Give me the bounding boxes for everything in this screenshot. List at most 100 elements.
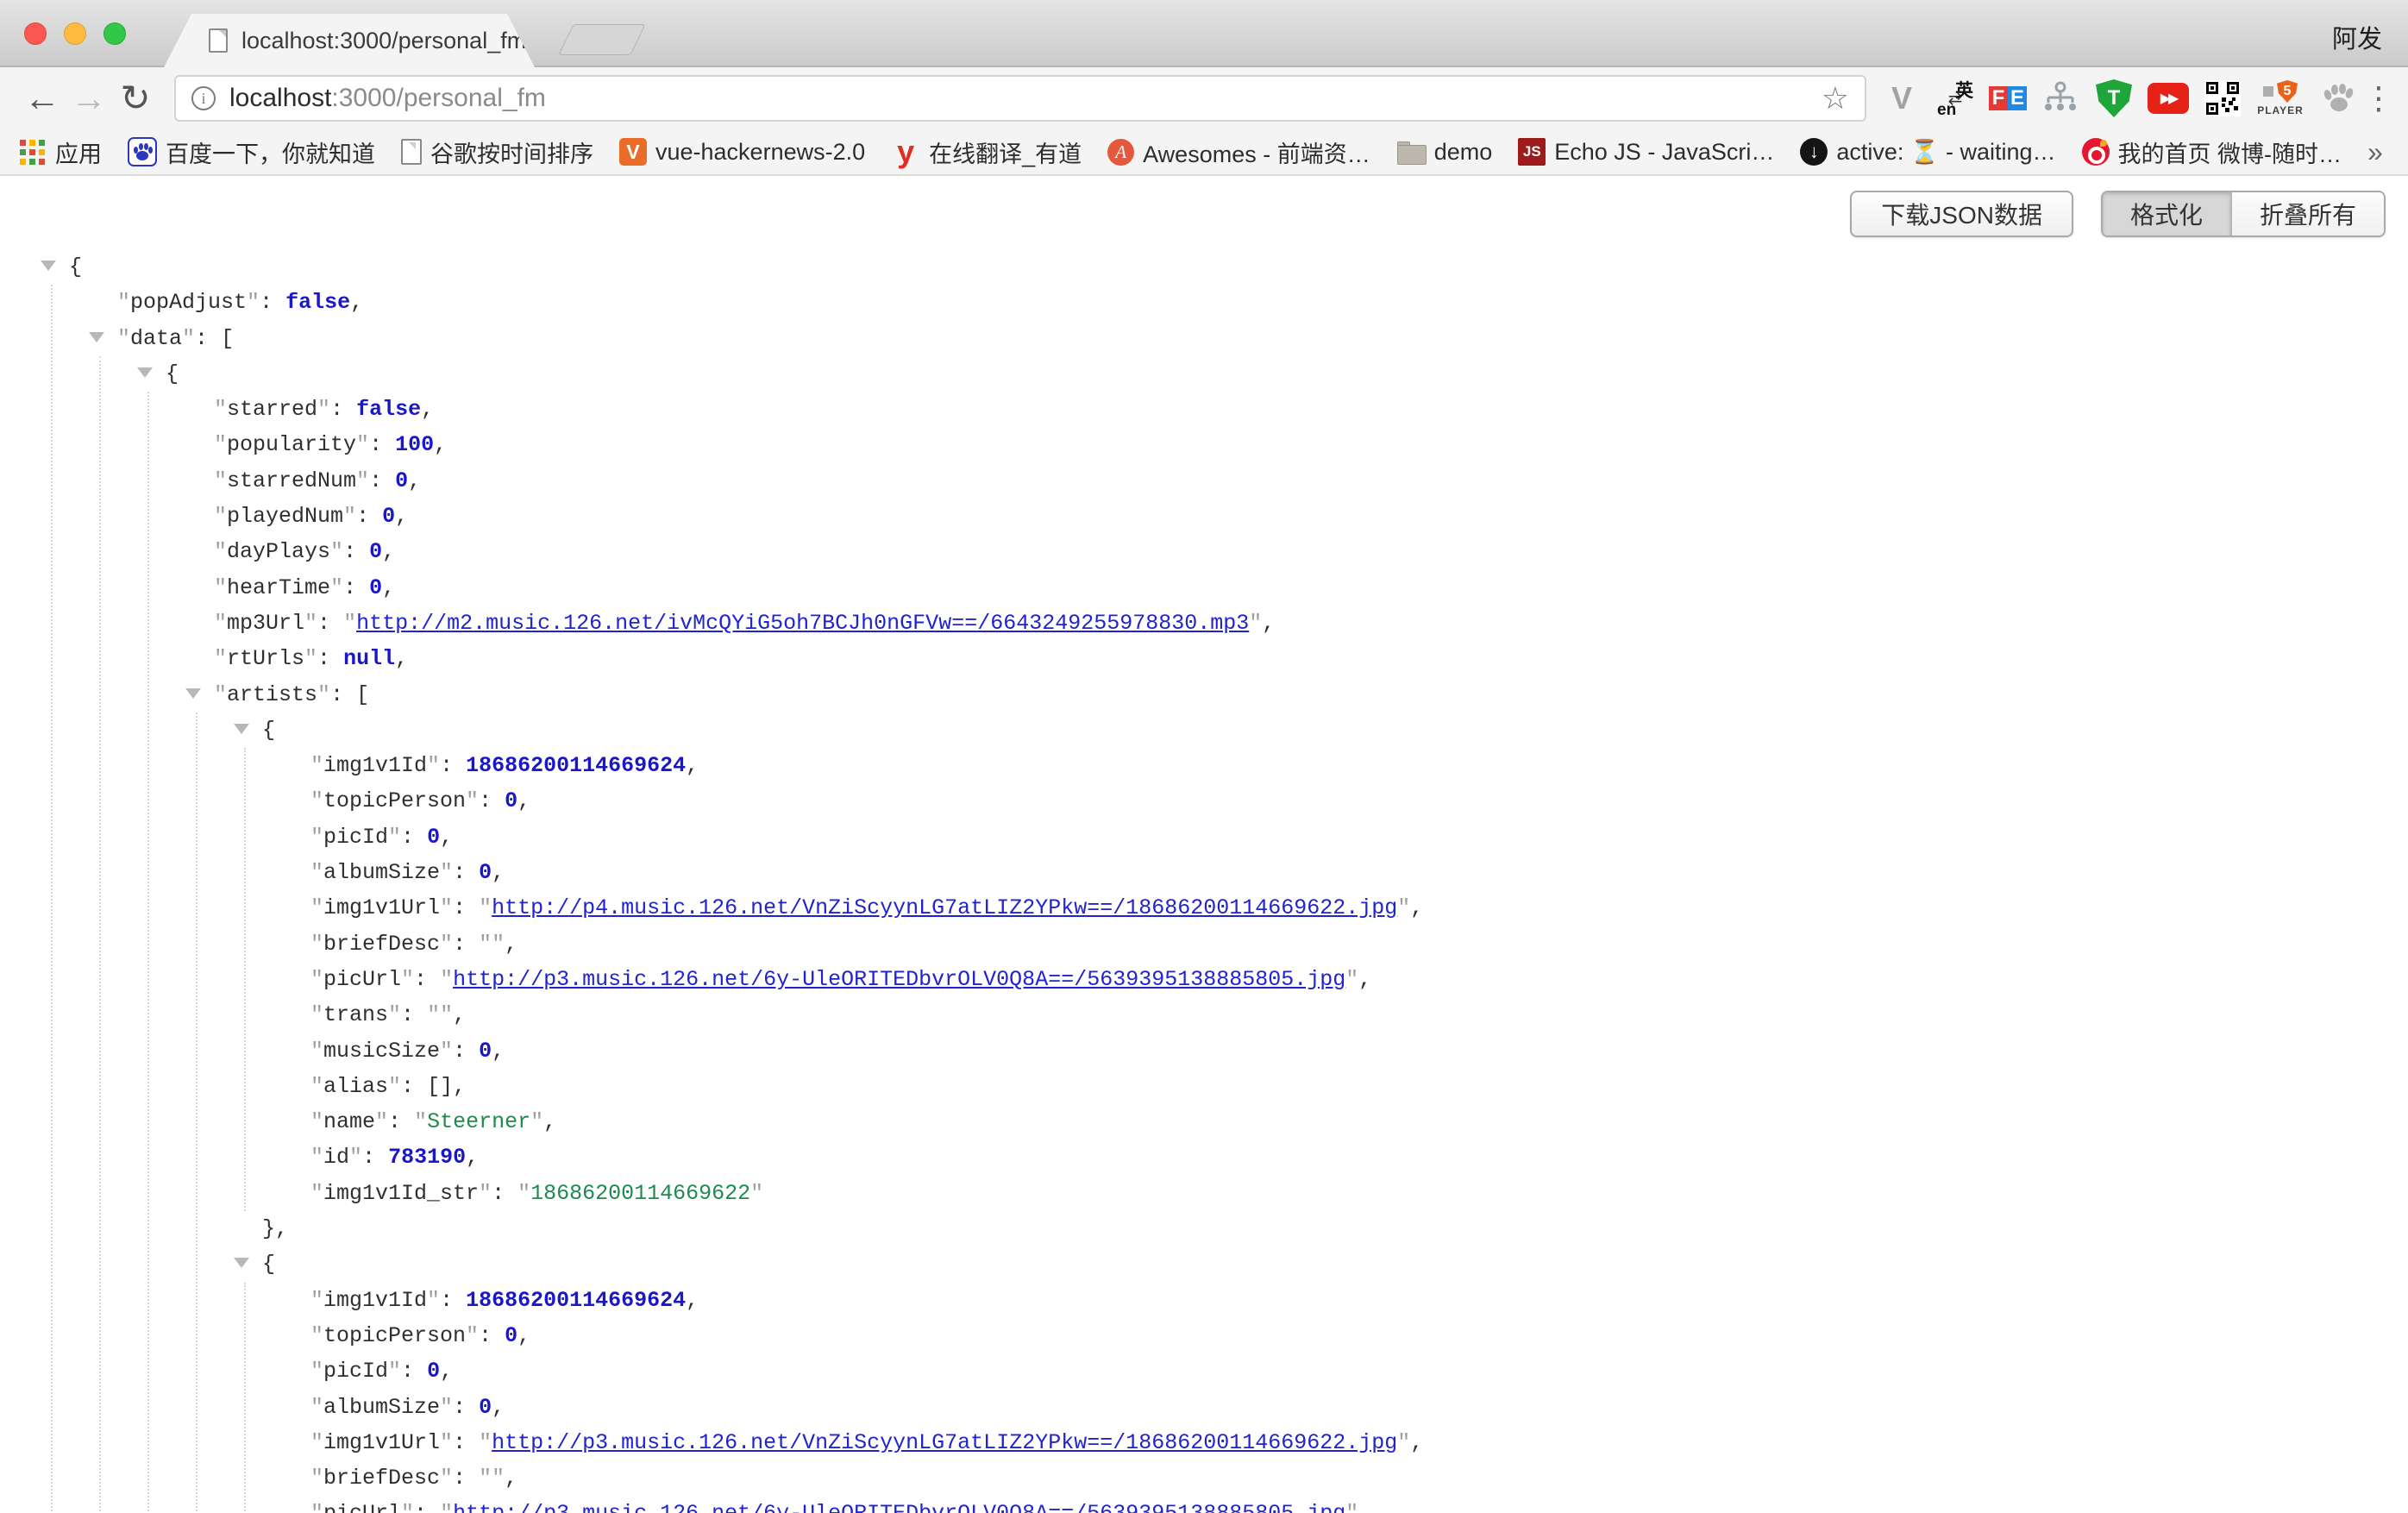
- collapse-triangle-icon[interactable]: [41, 261, 56, 271]
- bookmark-item[interactable]: 谷歌按时间排序: [401, 135, 593, 169]
- json-line: {: [166, 356, 2408, 392]
- json-line: "artists": [: [214, 677, 2408, 713]
- fe-extension-icon[interactable]: F E: [1989, 79, 2027, 117]
- forward-icon[interactable]: →: [66, 80, 112, 116]
- json-block: "popAdjust": false,"data": [{"starred": …: [51, 285, 2408, 1513]
- json-line: "alias": [],: [310, 1069, 2408, 1104]
- json-line: "rtUrls": null,: [214, 641, 2408, 676]
- bookmark-item[interactable]: A Awesomes - 前端资…: [1107, 135, 1370, 169]
- json-line: "playedNum": 0,: [214, 499, 2408, 534]
- bookmark-item[interactable]: demo: [1396, 137, 1493, 166]
- bookmarks-overflow-icon[interactable]: »: [2367, 136, 2383, 168]
- json-line: "starredNum": 0,: [214, 463, 2408, 499]
- collapse-all-button[interactable]: 折叠所有: [2230, 192, 2384, 235]
- url-text: localhost:3000/personal_fm: [229, 84, 546, 113]
- bookmark-item[interactable]: V vue-hackernews-2.0: [619, 138, 865, 166]
- address-bar[interactable]: i localhost:3000/personal_fm ☆: [174, 75, 1866, 122]
- json-line: "img1v1Id": 18686200114669624,: [310, 1283, 2408, 1318]
- reload-icon[interactable]: ↻: [112, 80, 159, 116]
- vue-icon: V: [619, 138, 647, 166]
- json-url-link[interactable]: http://p4.music.126.net/VnZiScyynLG7atLI…: [492, 895, 1397, 920]
- format-button[interactable]: 格式化: [2103, 192, 2230, 235]
- json-line: "picId": 0,: [310, 819, 2408, 855]
- json-line: "briefDesc": "",: [310, 926, 2408, 962]
- download-json-button[interactable]: 下载JSON数据: [1850, 191, 2073, 237]
- baidu-paw-icon: [128, 137, 157, 166]
- sitemap-icon[interactable]: [2041, 78, 2080, 118]
- paw-icon[interactable]: [2318, 78, 2358, 118]
- json-line: "musicSize": 0,: [310, 1033, 2408, 1069]
- bookmark-item[interactable]: 我的首页 微博-随时…: [2082, 135, 2342, 169]
- json-line: "name": "Steerner",: [310, 1104, 2408, 1139]
- html5-player-icon[interactable]: 5 PLAYER: [2256, 78, 2305, 118]
- json-line: "id": 783190,: [310, 1139, 2408, 1175]
- fast-forward-icon[interactable]: ▶▶: [2148, 83, 2189, 114]
- json-line: "briefDesc": "",: [310, 1460, 2408, 1496]
- collapse-triangle-icon[interactable]: [137, 367, 153, 378]
- vue-devtools-icon[interactable]: V: [1882, 78, 1922, 118]
- close-window-button[interactable]: [24, 22, 47, 45]
- bookmark-item[interactable]: 百度一下，你就知道: [128, 135, 375, 169]
- json-line: "starred": false,: [214, 392, 2408, 427]
- bookmark-item[interactable]: JS Echo JS - JavaScri…: [1518, 138, 1774, 166]
- minimize-window-button[interactable]: [64, 22, 86, 45]
- echojs-icon: JS: [1518, 138, 1546, 166]
- browser-tab[interactable]: localhost:3000/personal_fm ×: [164, 14, 535, 67]
- zoom-window-button[interactable]: [103, 22, 126, 45]
- browser-toolbar: ← → ↻ i localhost:3000/personal_fm ☆ V ⇄…: [0, 67, 2408, 129]
- page-favicon-icon: [209, 28, 228, 53]
- json-line: "trans": "",: [310, 997, 2408, 1033]
- html5-shield-icon: 5: [2277, 80, 2298, 103]
- json-line: "topicPerson": 0,: [310, 783, 2408, 819]
- json-line: "dayPlays": 0,: [214, 534, 2408, 569]
- extensions-row: V ⇄ 英 en F E T ▶▶: [1882, 78, 2358, 118]
- json-line: {: [262, 713, 2408, 748]
- json-block: {"starred": false,"popularity": 100,"sta…: [99, 356, 2408, 1513]
- view-mode-segmented-control: 格式化 折叠所有: [2101, 191, 2386, 237]
- json-line: "topicPerson": 0,: [310, 1318, 2408, 1353]
- json-url-link[interactable]: http://m2.music.126.net/ivMcQYiG5oh7BCJh…: [356, 611, 1249, 636]
- translate-icon[interactable]: ⇄ 英 en: [1935, 78, 1975, 118]
- json-line: "picUrl": "http://p3.music.126.net/6y-Ul…: [310, 1496, 2408, 1513]
- collapse-triangle-icon[interactable]: [89, 332, 104, 342]
- bookmarks-bar: 应用 百度一下，你就知道 谷歌按时间排序 V vue-hackernews-2.…: [0, 129, 2408, 176]
- awesomes-icon: A: [1107, 139, 1134, 166]
- json-line: "popularity": 100,: [214, 427, 2408, 462]
- json-line: "albumSize": 0,: [310, 1390, 2408, 1425]
- json-block: "img1v1Id": 18686200114669624,"topicPers…: [244, 1283, 2408, 1513]
- bookmark-item[interactable]: 应用: [17, 135, 102, 169]
- page-icon: [401, 139, 422, 165]
- json-url-link[interactable]: http://p3.music.126.net/VnZiScyynLG7atLI…: [492, 1430, 1397, 1455]
- collapse-triangle-icon[interactable]: [185, 688, 201, 699]
- bookmark-item[interactable]: active: ⏳ - waiting…: [1800, 138, 2055, 166]
- url-path: :3000/personal_fm: [331, 84, 546, 112]
- url-host: localhost: [229, 84, 331, 112]
- json-line: "popAdjust": false,: [117, 285, 2408, 320]
- cube-icon: [2263, 86, 2273, 97]
- collapse-triangle-icon[interactable]: [234, 724, 249, 734]
- json-line: "img1v1Id": 18686200114669624,: [310, 748, 2408, 783]
- browser-profile-name: 阿发: [2332, 19, 2382, 55]
- json-line: "img1v1Url": "http://p3.music.126.net/Vn…: [310, 1425, 2408, 1460]
- weibo-icon: [2082, 138, 2110, 166]
- json-line: "img1v1Url": "http://p4.music.126.net/Vn…: [310, 890, 2408, 926]
- json-viewer-actions: 下载JSON数据 格式化 折叠所有: [1850, 191, 2386, 237]
- tab-title: localhost:3000/personal_fm: [241, 28, 526, 54]
- json-line: {: [262, 1246, 2408, 1282]
- json-block: {"img1v1Id": 18686200114669624,"topicPer…: [196, 713, 2408, 1513]
- json-line: "data": [: [117, 321, 2408, 356]
- page-content: 下载JSON数据 格式化 折叠所有 {"popAdjust": false,"d…: [0, 176, 2408, 1513]
- page-info-icon[interactable]: i: [191, 86, 216, 110]
- back-icon[interactable]: ←: [19, 80, 66, 116]
- qr-code-icon[interactable]: [2203, 78, 2242, 118]
- json-url-link[interactable]: http://p3.music.126.net/6y-UleORITEDbvrO…: [453, 1501, 1345, 1513]
- collapse-triangle-icon[interactable]: [234, 1258, 249, 1268]
- browser-menu-icon[interactable]: ⋮: [2363, 80, 2389, 116]
- json-url-link[interactable]: http://p3.music.126.net/6y-UleORITEDbvrO…: [453, 967, 1345, 992]
- bookmark-item[interactable]: y 在线翻译_有道: [891, 135, 1082, 169]
- window-titlebar: localhost:3000/personal_fm × 阿发: [0, 0, 2408, 67]
- tampermonkey-icon[interactable]: T: [2094, 78, 2134, 118]
- bookmark-star-icon[interactable]: ☆: [1822, 80, 1849, 116]
- json-line: "hearTime": 0,: [214, 570, 2408, 606]
- new-tab-button[interactable]: [558, 24, 646, 55]
